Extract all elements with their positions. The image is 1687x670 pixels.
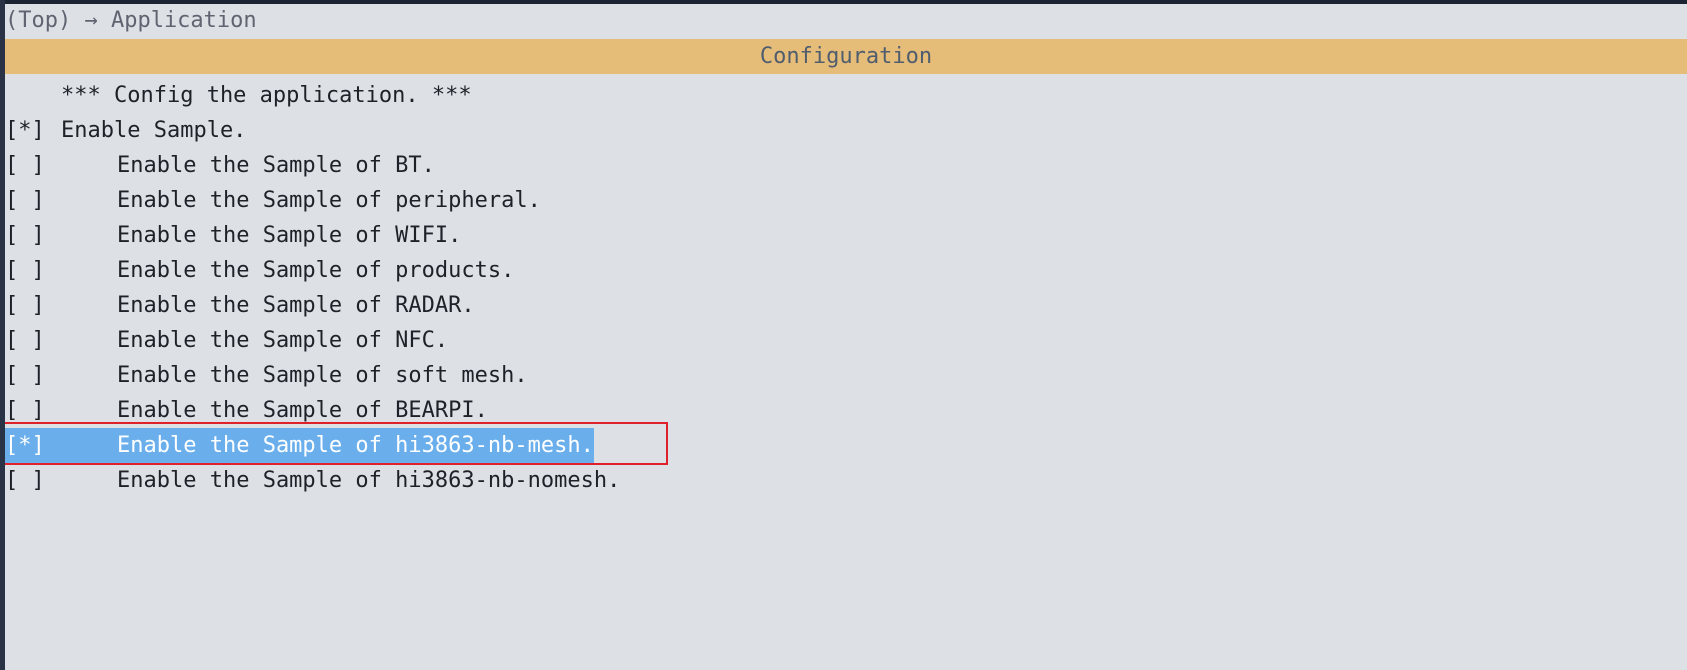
checkbox[interactable]: [ ] [5,253,61,288]
menu-item-bt[interactable]: [ ] Enable the Sample of BT. [5,148,1687,183]
menu-item-label: Enable the Sample of BT. [117,153,435,178]
checkbox[interactable]: [*] [5,113,61,148]
checkbox[interactable]: [*] [5,428,61,463]
menuconfig-window: (Top) → Application Configuration *** Co… [5,4,1687,670]
menu-item-label: Enable the Sample of RADAR. [117,293,475,318]
menu-item-hi3863-nb-nomesh[interactable]: [ ] Enable the Sample of hi3863-nb-nomes… [5,463,1687,498]
menu-item-nfc[interactable]: [ ] Enable the Sample of NFC. [5,323,1687,358]
menu-item-soft-mesh[interactable]: [ ] Enable the Sample of soft mesh. [5,358,1687,393]
checkbox[interactable]: [ ] [5,358,61,393]
menu-item-label: Enable Sample. [61,118,247,143]
checkbox[interactable]: [ ] [5,183,61,218]
comment-indent [5,78,61,113]
menu-item-label: Enable the Sample of NFC. [117,328,449,353]
checkbox[interactable]: [ ] [5,323,61,358]
selection-highlight: [*] Enable the Sample of hi3863-nb-mesh. [5,428,594,463]
breadcrumb: (Top) → Application [5,8,257,33]
checkbox[interactable]: [ ] [5,288,61,323]
menu-item-label: Enable the Sample of products. [117,258,515,283]
menu-item-label: Enable the Sample of hi3863-nb-nomesh. [117,468,621,493]
menu-item-label: Enable the Sample of soft mesh. [117,363,528,388]
menu-comment: *** Config the application. *** [5,78,1687,113]
checkbox[interactable]: [ ] [5,218,61,253]
checkbox[interactable]: [ ] [5,148,61,183]
comment-text: *** Config the application. *** [61,83,472,108]
menu-item-bearpi[interactable]: [ ] Enable the Sample of BEARPI. [5,393,1687,428]
menu-item-hi3863-nb-mesh[interactable]: [*] Enable the Sample of hi3863-nb-mesh. [5,428,1687,463]
menu-item-label: Enable the Sample of WIFI. [117,223,462,248]
menu-item-label: Enable the Sample of peripheral. [117,188,541,213]
menu-item-label: Enable the Sample of hi3863-nb-mesh. [117,433,594,458]
page-title: Configuration [5,39,1687,74]
menu-item-products[interactable]: [ ] Enable the Sample of products. [5,253,1687,288]
config-menu: *** Config the application. *** [*] Enab… [5,78,1687,498]
menu-item-label: Enable the Sample of BEARPI. [117,398,488,423]
menu-item-enable-sample[interactable]: [*] Enable Sample. [5,113,1687,148]
menu-item-wifi[interactable]: [ ] Enable the Sample of WIFI. [5,218,1687,253]
checkbox[interactable]: [ ] [5,463,61,498]
checkbox[interactable]: [ ] [5,393,61,428]
menu-item-peripheral[interactable]: [ ] Enable the Sample of peripheral. [5,183,1687,218]
menu-item-radar[interactable]: [ ] Enable the Sample of RADAR. [5,288,1687,323]
